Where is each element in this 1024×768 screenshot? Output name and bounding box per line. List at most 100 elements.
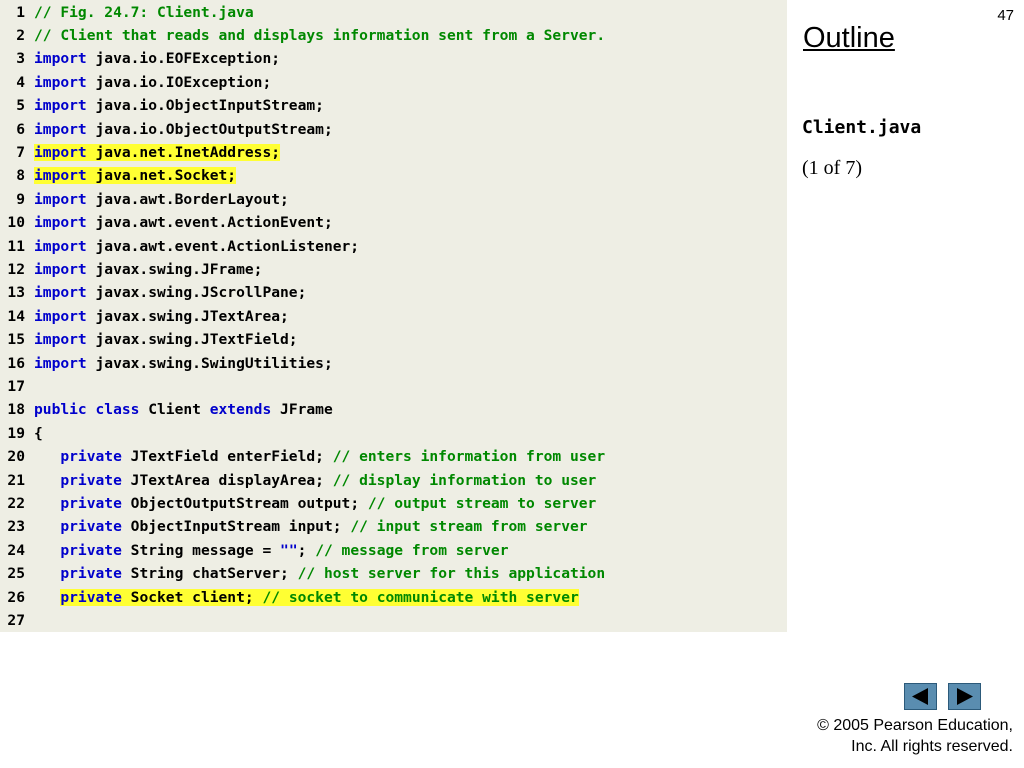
- code-line: 26 private Socket client; // socket to c…: [0, 586, 787, 609]
- code-text: import javax.swing.JTextArea;: [34, 305, 289, 328]
- line-number: 24: [7, 541, 25, 559]
- code-line: 25 private String chatServer; // host se…: [0, 562, 787, 585]
- line-number: 16: [7, 354, 25, 372]
- code-keyword: private: [60, 565, 122, 583]
- code-line: 8 import java.net.Socket;: [0, 164, 787, 187]
- line-number: 12: [7, 260, 25, 278]
- code-text: // Client that reads and displays inform…: [34, 24, 605, 47]
- next-slide-button[interactable]: [948, 683, 981, 710]
- code-line: 7 import java.net.InetAddress;: [0, 141, 787, 164]
- code-text: import java.awt.BorderLayout;: [34, 188, 289, 211]
- line-number: 7: [16, 143, 25, 161]
- code-line: 22 private ObjectOutputStream output; //…: [0, 492, 787, 515]
- code-token: java.net.InetAddress;: [86, 143, 281, 161]
- code-token: ObjectInputStream input;: [121, 518, 351, 536]
- code-keyword: import: [34, 284, 87, 302]
- code-line: 10 import java.awt.event.ActionEvent;: [0, 211, 787, 234]
- code-comment: // display information to user: [332, 471, 597, 489]
- line-number: 18: [7, 401, 25, 419]
- code-token: java.net.Socket;: [86, 167, 237, 185]
- code-text: import java.awt.event.ActionListener;: [34, 235, 359, 258]
- code-text: public class Client extends JFrame: [34, 398, 333, 421]
- code-text: import java.awt.event.ActionEvent;: [34, 211, 333, 234]
- code-text: import javax.swing.SwingUtilities;: [34, 352, 333, 375]
- part-label: (1 of 7): [802, 157, 862, 179]
- code-keyword: import: [34, 190, 87, 208]
- code-line: 9 import java.awt.BorderLayout;: [0, 188, 787, 211]
- code-token: JTextArea displayArea;: [121, 471, 333, 489]
- code-text: private JTextField enterField; // enters…: [34, 445, 605, 468]
- code-keyword: import: [34, 260, 87, 278]
- code-token: javax.swing.JTextArea;: [86, 307, 289, 325]
- code-text: import javax.swing.JFrame;: [34, 258, 262, 281]
- code-text: private Socket client; // socket to comm…: [34, 586, 579, 609]
- code-line: 2 // Client that reads and displays infor…: [0, 24, 787, 47]
- code-keyword: public class: [34, 401, 140, 419]
- code-line: 1 // Fig. 24.7: Client.java: [0, 1, 787, 24]
- code-keyword: private: [60, 541, 122, 559]
- code-keyword: import: [34, 307, 87, 325]
- code-comment: // Client that reads and displays inform…: [34, 26, 606, 44]
- code-text: import java.io.IOException;: [34, 71, 271, 94]
- line-number: 3: [16, 50, 25, 68]
- line-number: 4: [16, 73, 25, 91]
- code-keyword: import: [34, 97, 87, 115]
- code-keyword: private: [60, 588, 122, 606]
- code-line: 17: [0, 375, 787, 398]
- previous-slide-button[interactable]: [904, 683, 937, 710]
- line-number: 8: [16, 167, 25, 185]
- line-number: 1: [16, 3, 25, 21]
- code-string: "": [280, 541, 298, 559]
- code-line: 14 import javax.swing.JTextArea;: [0, 305, 787, 328]
- copyright-line-2: Inc. All rights reserved.: [851, 738, 1013, 755]
- code-token: java.awt.BorderLayout;: [86, 190, 289, 208]
- code-keyword: import: [34, 73, 87, 91]
- code-token: Socket client;: [121, 588, 263, 606]
- line-number: 23: [7, 518, 25, 536]
- code-keyword: import: [34, 331, 87, 349]
- line-number: 20: [7, 448, 25, 466]
- code-token: java.io.ObjectOutputStream;: [86, 120, 333, 138]
- code-token: JFrame: [271, 401, 333, 419]
- code-line: 16 import javax.swing.SwingUtilities;: [0, 352, 787, 375]
- code-token: {: [34, 424, 43, 442]
- line-number: 9: [16, 190, 25, 208]
- code-line: 18 public class Client extends JFrame: [0, 398, 787, 421]
- code-text: private JTextArea displayArea; // displa…: [34, 469, 596, 492]
- line-number: 14: [7, 307, 25, 325]
- code-text: import javax.swing.JScrollPane;: [34, 281, 306, 304]
- line-number: 21: [7, 471, 25, 489]
- code-token: java.io.IOException;: [86, 73, 272, 91]
- code-keyword: import: [34, 50, 87, 68]
- code-comment: // host server for this application: [297, 565, 606, 583]
- code-keyword: import: [34, 237, 87, 255]
- code-line: 19 {: [0, 422, 787, 445]
- code-token: JTextField enterField;: [121, 448, 333, 466]
- code-keyword: import: [34, 167, 87, 185]
- line-number: 17: [7, 377, 25, 395]
- code-token: ObjectOutputStream output;: [121, 494, 368, 512]
- code-token: ;: [297, 541, 316, 559]
- code-line: 12 import javax.swing.JFrame;: [0, 258, 787, 281]
- code-line: 13 import javax.swing.JScrollPane;: [0, 281, 787, 304]
- code-line: 11 import java.awt.event.ActionListener;: [0, 235, 787, 258]
- line-number: 19: [7, 424, 25, 442]
- line-number: 25: [7, 565, 25, 583]
- code-text: private ObjectOutputStream output; // ou…: [34, 492, 596, 515]
- code-token: java.io.EOFException;: [86, 50, 281, 68]
- code-text: import java.io.ObjectOutputStream;: [34, 118, 333, 141]
- code-line: 6 import java.io.ObjectOutputStream;: [0, 118, 787, 141]
- code-line: 3 import java.io.EOFException;: [0, 47, 787, 70]
- code-keyword: import: [34, 354, 87, 372]
- line-number: 13: [7, 284, 25, 302]
- code-keyword: private: [60, 494, 122, 512]
- outline-title: Outline: [803, 22, 895, 54]
- code-text: import java.net.InetAddress;: [34, 141, 281, 164]
- code-text: {: [34, 422, 43, 445]
- code-keyword: import: [34, 120, 87, 138]
- code-keyword: import: [34, 143, 87, 161]
